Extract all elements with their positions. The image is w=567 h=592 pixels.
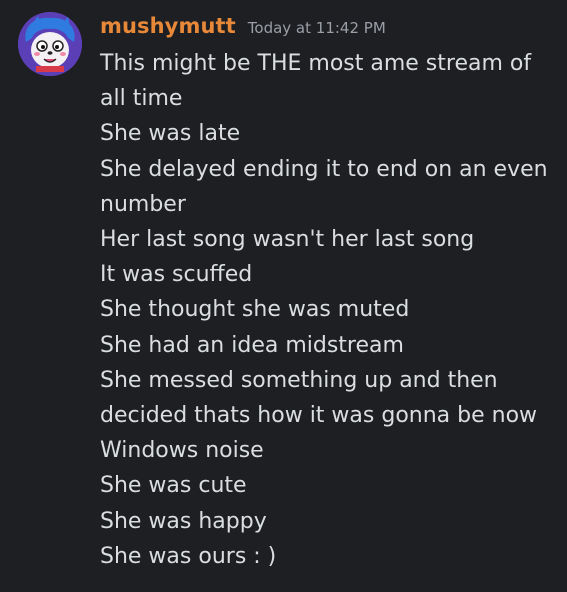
message-header: mushymutt Today at 11:42 PM xyxy=(100,14,386,46)
message-line: number xyxy=(100,191,186,217)
user-avatar[interactable] xyxy=(18,12,82,76)
message-line: She was happy xyxy=(100,508,267,534)
message-line: She was late xyxy=(100,121,241,147)
chat-message-area: mushymutt Today at 11:42 PM This might b… xyxy=(0,0,567,592)
message-line: Her last song wasn't her last song xyxy=(100,227,475,253)
message-line: She thought she was muted xyxy=(100,297,410,323)
message-line: Windows noise xyxy=(100,438,264,464)
message-line: She was ours : ) xyxy=(100,543,277,569)
message-line: decided thats how it was gonna be now xyxy=(100,403,538,429)
timestamp[interactable]: Today at 11:42 PM xyxy=(248,19,386,37)
cartoon-dog-avatar-icon xyxy=(18,12,82,76)
message-line: all time xyxy=(100,86,183,112)
chat-message: mushymutt Today at 11:42 PM This might b… xyxy=(0,0,567,592)
message-content: This might be THE most ame stream of all… xyxy=(100,46,548,574)
message-line: She had an idea midstream xyxy=(100,332,404,358)
message-line: She messed something up and then xyxy=(100,367,498,393)
message-line: She delayed ending it to end on an even xyxy=(100,156,548,182)
message-line: This might be THE most ame stream of xyxy=(100,51,532,76)
message-line: She was cute xyxy=(100,473,247,499)
username[interactable]: mushymutt xyxy=(100,14,236,38)
message-line: It was scuffed xyxy=(100,262,253,288)
